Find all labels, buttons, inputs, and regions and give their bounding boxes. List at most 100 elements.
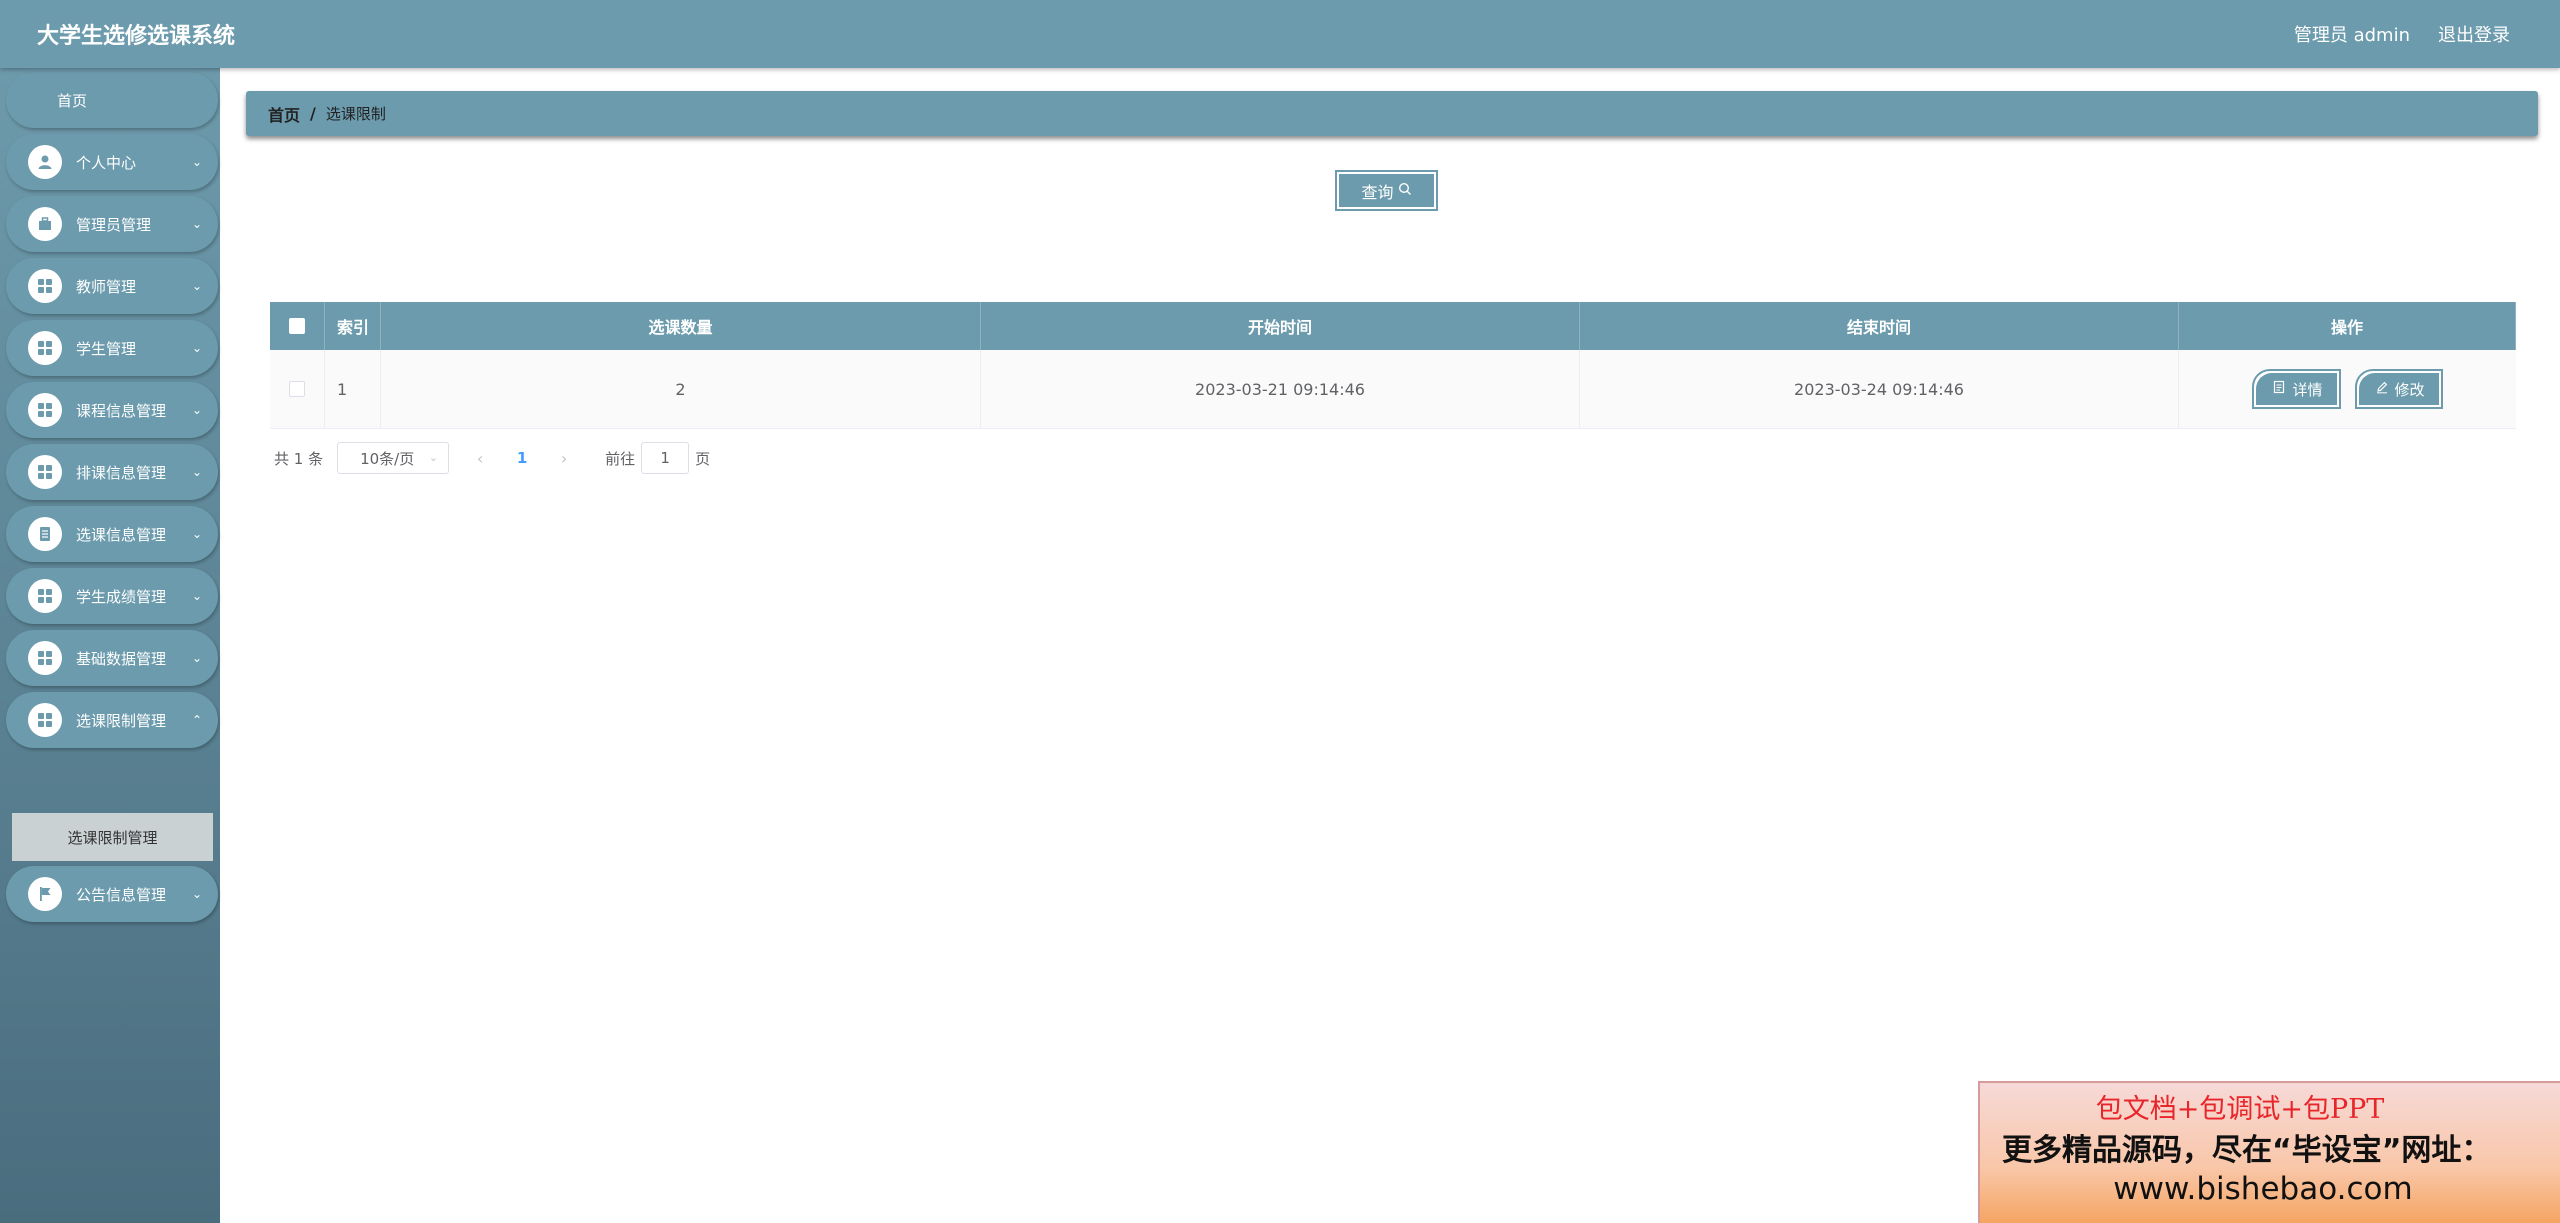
flag-icon — [28, 877, 62, 911]
chevron-down-icon: ⌄ — [192, 341, 203, 355]
logout-button[interactable]: 退出登录 — [2438, 21, 2510, 47]
chevron-down-icon: ⌄ — [428, 451, 439, 464]
search-icon — [1398, 181, 1412, 200]
document-icon — [2272, 380, 2286, 398]
cell-start-time: 2023-03-21 09:14:46 — [981, 350, 1580, 428]
sidebar-item-label: 选课信息管理 — [76, 525, 167, 544]
sidebar-item-schedule-management[interactable]: 排课信息管理 ⌄ — [6, 444, 218, 500]
cell-count: 2 — [381, 350, 981, 428]
table-header: 索引 选课数量 开始时间 结束时间 操作 — [270, 302, 2516, 350]
detail-button[interactable]: 详情 — [2252, 369, 2341, 409]
chevron-down-icon: ⌄ — [192, 589, 203, 603]
chevron-down-icon: ⌄ — [192, 887, 203, 901]
detail-button-face: 详情 — [2256, 373, 2337, 405]
sidebar-item-enrollment-management[interactable]: 选课信息管理 ⌄ — [6, 506, 218, 562]
sidebar-item-label: 管理员管理 — [76, 215, 152, 234]
sidebar-item-label: 个人中心 — [76, 153, 137, 172]
breadcrumb-home[interactable]: 首页 — [268, 102, 300, 126]
sidebar-item-label: 学生成绩管理 — [76, 587, 167, 606]
grid-icon — [28, 331, 62, 365]
sidebar-item-label: 学生管理 — [76, 339, 137, 358]
row-checkbox-cell — [270, 350, 325, 428]
promo-line-3: www.bishebao.com — [2113, 1171, 2413, 1207]
goto-suffix: 页 — [695, 449, 711, 468]
edit-button[interactable]: 修改 — [2354, 369, 2443, 409]
sidebar-item-label: 教师管理 — [76, 277, 137, 296]
sidebar-item-label: 选课限制管理 — [76, 711, 167, 730]
document-icon — [28, 517, 62, 551]
sidebar-item-personal-center[interactable]: 个人中心 ⌄ — [6, 134, 218, 190]
chevron-down-icon: ⌄ — [192, 465, 203, 479]
grid-icon — [28, 641, 62, 675]
header-end-time: 结束时间 — [1580, 302, 2179, 350]
chevron-down-icon: ⌄ — [192, 279, 203, 293]
user-label[interactable]: 管理员 admin — [2294, 21, 2410, 47]
header-index: 索引 — [325, 302, 381, 350]
user-icon — [28, 145, 62, 179]
edit-button-label: 修改 — [2394, 380, 2425, 399]
sidebar-item-label: 排课信息管理 — [76, 463, 167, 482]
sidebar-item-admin-management[interactable]: 管理员管理 ⌄ — [6, 196, 218, 252]
chevron-down-icon: ⌄ — [192, 155, 203, 169]
cell-end-time: 2023-03-24 09:14:46 — [1580, 350, 2179, 428]
edit-icon — [2375, 380, 2389, 398]
briefcase-icon — [28, 207, 62, 241]
table-row: 1 2 2023-03-21 09:14:46 2023-03-24 09:14… — [270, 350, 2516, 429]
grid-icon — [28, 579, 62, 613]
edit-button-face: 修改 — [2358, 373, 2439, 405]
promo-line-2: 更多精品源码，尽在“毕设宝”网址： — [2002, 1133, 2492, 1168]
chevron-down-icon: ⌄ — [192, 217, 203, 231]
grid-icon — [28, 455, 62, 489]
sidebar-item-course-limit-management[interactable]: 选课限制管理 ⌃ — [6, 692, 218, 748]
top-header: 大学生选修选课系统 管理员 admin 退出登录 — [0, 0, 2560, 68]
sidebar-item-course-info-management[interactable]: 课程信息管理 ⌄ — [6, 382, 218, 438]
next-page-icon[interactable]: › — [547, 449, 581, 468]
page-size-select[interactable]: 10条/页 ⌄ — [337, 442, 450, 474]
breadcrumb-current: 选课限制 — [325, 105, 386, 123]
breadcrumb-separator: / — [310, 104, 316, 123]
cell-index: 1 — [325, 350, 381, 428]
prev-page-icon[interactable]: ‹ — [463, 449, 497, 468]
header-start-time: 开始时间 — [981, 302, 1580, 350]
header-user-area: 管理员 admin 退出登录 — [2294, 21, 2510, 47]
sidebar-item-home[interactable]: 首页 — [6, 72, 218, 128]
sidebar-item-basic-data-management[interactable]: 基础数据管理 ⌄ — [6, 630, 218, 686]
detail-button-label: 详情 — [2292, 380, 2323, 399]
pagination-total: 共 1 条 — [274, 449, 324, 468]
sidebar-item-grade-management[interactable]: 学生成绩管理 ⌄ — [6, 568, 218, 624]
pagination: 共 1 条 10条/页 ⌄ ‹ 1 › 前往 页 — [274, 442, 710, 474]
sidebar-item-announcement-management[interactable]: 公告信息管理 ⌄ — [6, 866, 218, 922]
sidebar-item-label: 基础数据管理 — [76, 649, 167, 668]
sidebar-item-label: 首页 — [56, 91, 87, 110]
sidebar-item-teacher-management[interactable]: 教师管理 ⌄ — [6, 258, 218, 314]
sidebar-item-student-management[interactable]: 学生管理 ⌄ — [6, 320, 218, 376]
sidebar-item-label: 课程信息管理 — [76, 401, 167, 420]
promo-line-1: 包文档+包调试+包PPT — [2095, 1094, 2385, 1125]
row-checkbox[interactable] — [289, 381, 305, 397]
goto-prefix: 前往 — [605, 449, 636, 468]
sidebar: 首页 个人中心 ⌄ 管理员管理 ⌄ 教师管理 ⌄ 学生管理 ⌄ 课程信息管理 ⌄… — [0, 68, 220, 1223]
cell-operations: 详情 修改 — [2179, 350, 2516, 428]
grid-icon — [28, 269, 62, 303]
header-checkbox-cell — [270, 302, 325, 350]
chevron-up-icon: ⌃ — [192, 713, 203, 727]
chevron-down-icon: ⌄ — [192, 651, 203, 665]
select-all-checkbox[interactable] — [289, 318, 305, 334]
goto-page-input[interactable] — [641, 442, 690, 474]
app-title: 大学生选修选课系统 — [37, 24, 236, 49]
course-limit-table: 索引 选课数量 开始时间 结束时间 操作 1 2 2023-03-21 09:1… — [270, 302, 2516, 429]
chevron-down-icon: ⌄ — [192, 527, 203, 541]
chevron-down-icon: ⌄ — [192, 403, 203, 417]
header-operations: 操作 — [2179, 302, 2516, 350]
sidebar-item-label: 公告信息管理 — [76, 885, 167, 904]
grid-icon — [28, 393, 62, 427]
page-number-current[interactable]: 1 — [505, 449, 539, 467]
breadcrumb: 首页 / 选课限制 — [246, 91, 2538, 136]
sidebar-subitem-course-limit-management[interactable]: 选课限制管理 — [12, 813, 213, 861]
promo-banner: 包文档+包调试+包PPT 更多精品源码，尽在“毕设宝”网址： www.bishe… — [1978, 1081, 2560, 1223]
query-button[interactable]: 查询 — [1335, 170, 1438, 211]
header-count: 选课数量 — [381, 302, 981, 350]
query-button-face: 查询 — [1339, 174, 1434, 207]
query-button-label: 查询 — [1361, 182, 1394, 202]
page-size-value: 10条/页 — [360, 449, 415, 468]
